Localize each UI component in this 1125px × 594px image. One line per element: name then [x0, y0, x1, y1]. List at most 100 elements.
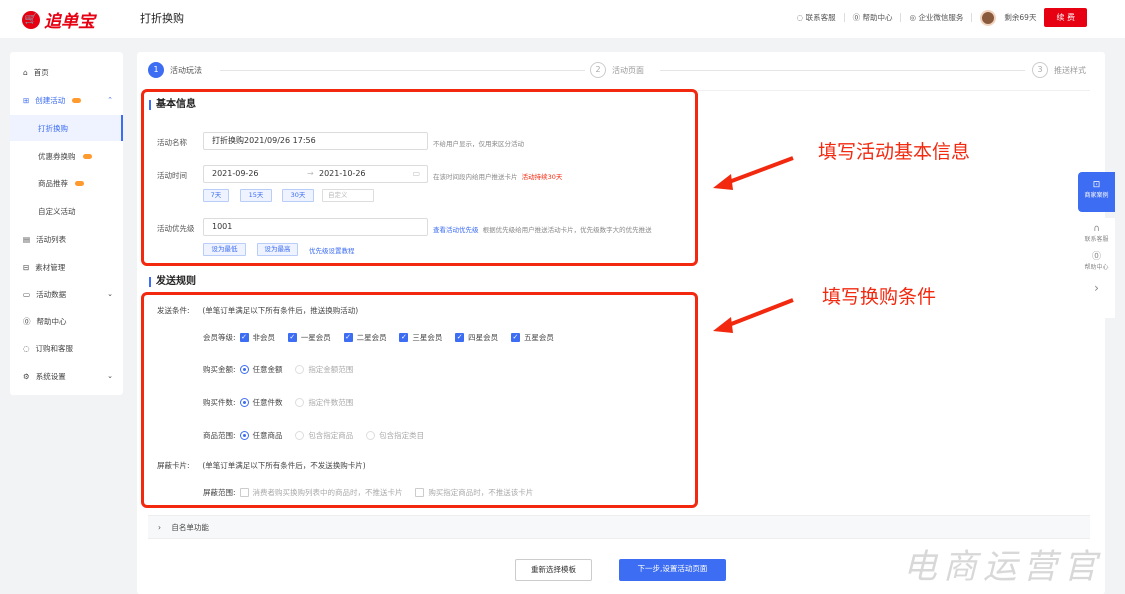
page-title: 打折换购 [140, 12, 184, 25]
block-scope-row: 屏蔽范围: 消费者购买换购列表中的商品时，不推送卡片 购买指定商品时，不推送该卡片 [203, 488, 534, 497]
checkbox-checked[interactable]: ✓ [343, 333, 353, 342]
time-label: 活动时间 [157, 171, 187, 180]
watermark: 电商运营官 [903, 547, 1103, 587]
float-cases-button[interactable]: ⊡ 商家案例 [1078, 172, 1115, 212]
top-links: ◌ 联系客服 ⓪ 帮助中心 ◎ 企业微信服务 剩余69天 续 费 [797, 8, 1087, 27]
priority-label: 活动优先级 [157, 224, 195, 233]
avatar[interactable] [980, 9, 997, 26]
float-service[interactable]: ∩ 联系客服 [1078, 224, 1115, 243]
sidebar-item-order[interactable]: ◌ 订购和客服 [10, 335, 123, 361]
chevron-right-icon[interactable]: › [1078, 281, 1115, 295]
set-lowest-button[interactable]: 设为最低 [203, 243, 246, 256]
arrow-icon [713, 298, 794, 333]
quick-15days[interactable]: 15天 [240, 189, 272, 202]
logo[interactable]: 🛒 追单宝 [22, 7, 95, 32]
priority-input[interactable]: 1001 [203, 218, 428, 236]
time-hint: 在该时间段内给用户推送卡片 活动持续30天 [433, 173, 563, 181]
checkbox[interactable] [415, 488, 425, 497]
headset-icon: ◌ [23, 343, 30, 353]
radio-selected[interactable] [239, 365, 249, 374]
sidebar-item-material[interactable]: ⊟ 素材管理 [10, 254, 123, 280]
top-header: 🛒 追单宝 打折换购 ◌ 联系客服 ⓪ 帮助中心 ◎ 企业微信服务 剩余69天 … [0, 0, 1125, 38]
home-icon: ⌂ [23, 67, 28, 77]
renew-button[interactable]: 续 费 [1044, 8, 1087, 27]
checkbox-checked[interactable]: ✓ [239, 333, 249, 342]
help-icon: ⓪ [1091, 252, 1101, 262]
case-icon: ⊡ [1092, 180, 1101, 190]
send-condition-row: 发送条件: (单笔订单满足以下所有条件后，推送换购活动) [157, 306, 359, 315]
remaining-days: 剩余69天 [1004, 13, 1037, 22]
chevron-up-icon: ⌃ [107, 96, 113, 104]
sidebar-item-list[interactable]: ▤ 活动列表 [10, 226, 123, 252]
annotation-conditions: 填写换购条件 [822, 286, 937, 308]
material-icon: ⊟ [23, 262, 30, 272]
gift-icon: ⊞ [23, 95, 30, 105]
float-help[interactable]: ⓪ 帮助中心 [1078, 249, 1115, 271]
sidebar-item-home[interactable]: ⌂ 首页 [10, 59, 123, 85]
view-priority-link[interactable]: 查看活动优先级 [433, 226, 479, 234]
name-label: 活动名称 [157, 138, 187, 147]
logo-text: 追单宝 [44, 12, 95, 32]
help-icon: ⓪ [23, 316, 31, 326]
sidebar-item-help[interactable]: ⓪ 帮助中心 [10, 308, 123, 334]
gear-icon: ⚙ [23, 371, 30, 381]
priority-tutorial-link[interactable]: 优先级设置教程 [309, 245, 355, 255]
checkbox-checked[interactable]: ✓ [510, 333, 520, 342]
sidebar: ⌂ 首页 ⊞ 创建活动 ⌃ 打折换购 优惠券换购 商品推荐 自定义活动 ▤ 活动列表 ⊟… [10, 52, 123, 395]
annotation-arrows [713, 156, 794, 333]
radio[interactable] [366, 431, 376, 440]
whitelist-collapse[interactable]: › 自名单功能 [148, 515, 1090, 539]
chevron-right-icon: › [158, 523, 161, 532]
sidebar-item-discount[interactable]: 打折换购 [10, 115, 123, 141]
custom-days-input[interactable]: 自定义 [322, 189, 374, 202]
set-highest-button[interactable]: 设为最高 [257, 243, 298, 256]
cart-icon: 🛒 [22, 10, 40, 29]
link-help[interactable]: ⓪ 帮助中心 [853, 12, 893, 23]
hot-badge [72, 97, 82, 103]
sidebar-item-data[interactable]: ▭ 活动数据 ⌄ [10, 281, 123, 307]
chevron-down-icon: ⌄ [107, 290, 113, 298]
next-step-button[interactable]: 下一步,设置活动页面 [619, 559, 726, 581]
radio[interactable] [295, 365, 305, 374]
float-panel: ∩ 联系客服 ⓪ 帮助中心 › [1078, 218, 1115, 318]
priority-hint-row: 查看活动优先级 根据优先级给用户推送活动卡片，优先级数字大的优先推送 [433, 226, 652, 234]
sidebar-item-settings[interactable]: ⚙ 系统设置 ⌄ [10, 363, 123, 389]
link-service[interactable]: ◌ 联系客服 [797, 12, 836, 23]
step-2: 2 活动页面 [590, 62, 644, 78]
section-basic-title: 基本信息 [149, 100, 196, 110]
radio[interactable] [295, 431, 305, 440]
checkbox-checked[interactable]: ✓ [455, 333, 465, 342]
member-level-row: 会员等级: ✓ 非会员 ✓ 一星会员 ✓ 二星会员 ✓ 三星会员 ✓ 四星会员 ✓ 五星会员 [203, 333, 554, 342]
radio-selected[interactable] [239, 398, 249, 407]
annotation-basic-info: 填写活动基本信息 [818, 141, 971, 163]
amount-row: 购买金额: 任意金额 指定金额范围 [203, 365, 354, 374]
activity-name-input[interactable]: 打折换购2021/09/26 17:56 [203, 132, 428, 150]
sidebar-item-recommend[interactable]: 商品推荐 [10, 170, 123, 196]
checkbox[interactable] [239, 488, 249, 497]
count-row: 购买件数: 任意件数 指定件数范围 [203, 398, 354, 407]
sidebar-item-coupon[interactable]: 优惠券换购 [10, 143, 123, 169]
step-1: 1 活动玩法 [148, 62, 202, 78]
scope-row: 商品范围: 任意商品 包含指定商品 包含指定类目 [203, 431, 425, 440]
link-wecom[interactable]: ◎ 企业微信服务 [909, 12, 963, 23]
radio-selected[interactable] [239, 431, 249, 440]
hot-badge [82, 153, 92, 159]
quick-7days[interactable]: 7天 [203, 189, 229, 202]
block-card-row: 屏蔽卡片: (单笔订单满足以下所有条件后，不发送换购卡片) [157, 461, 366, 470]
reselect-template-button[interactable]: 重新选择模板 [515, 559, 592, 581]
quick-30days[interactable]: 30天 [282, 189, 314, 202]
headset-icon: ∩ [1093, 224, 1100, 234]
date-range-picker[interactable]: 2021-09-26 → 2021-10-26 ▭ [203, 165, 428, 183]
hot-badge [75, 180, 84, 186]
section-rules-title: 发送规则 [149, 277, 196, 287]
checkbox-checked[interactable]: ✓ [399, 333, 409, 342]
checkbox-checked[interactable]: ✓ [287, 333, 297, 342]
arrow-icon [713, 156, 794, 190]
sidebar-item-custom[interactable]: 自定义活动 [10, 198, 123, 224]
step-3: 3 推送样式 [1032, 62, 1086, 78]
sidebar-item-create[interactable]: ⊞ 创建活动 ⌃ [10, 87, 123, 113]
radio[interactable] [295, 398, 305, 407]
calendar-icon: ▭ [412, 169, 420, 178]
document-icon: ▤ [23, 234, 31, 244]
chevron-down-icon: ⌄ [107, 372, 113, 380]
